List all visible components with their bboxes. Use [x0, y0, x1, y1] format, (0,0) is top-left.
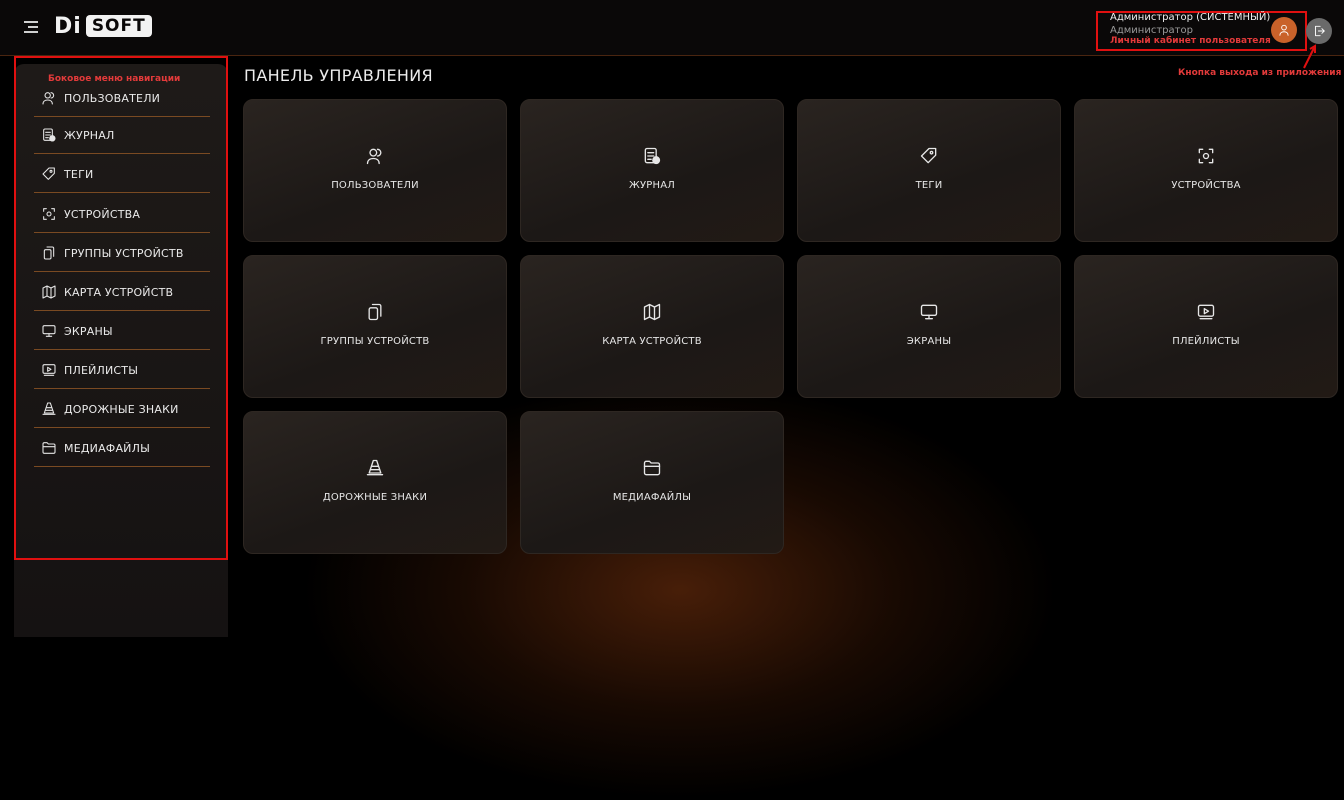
map-icon — [643, 303, 661, 321]
card-label: устройства — [1171, 180, 1241, 191]
playlist-icon — [42, 364, 56, 376]
tag-icon — [42, 167, 55, 180]
monitor-icon — [42, 325, 56, 337]
journal-icon — [43, 128, 56, 142]
user-avatar[interactable] — [1271, 17, 1297, 43]
card-journal[interactable]: журнал — [520, 99, 784, 242]
card-media[interactable]: медиафайлы — [520, 411, 784, 554]
logout-icon — [1315, 25, 1325, 37]
sidebar-item-playlists[interactable]: плейлисты — [34, 352, 210, 389]
logout-annotation: Кнопка выхода из приложения — [1178, 68, 1342, 78]
card-device-map[interactable]: карта устройств — [520, 255, 784, 398]
sidebar-item-tags[interactable]: теги — [34, 156, 210, 193]
card-label: группы устройств — [320, 336, 430, 347]
card-tags[interactable]: теги — [797, 99, 1061, 242]
traffic-cone-icon — [366, 459, 384, 476]
logo-di: Di — [54, 13, 82, 39]
user-role: Администратор — [1110, 25, 1193, 36]
user-name[interactable]: Администратор (СИСТЕМНЫЙ) — [1110, 12, 1270, 23]
card-label: журнал — [629, 180, 675, 191]
sidebar-item-device-groups[interactable]: группы устройств — [34, 235, 210, 272]
card-label: теги — [915, 180, 943, 191]
card-screens[interactable]: экраны — [797, 255, 1061, 398]
sidebar-item-journal[interactable]: журнал — [34, 117, 210, 154]
sidebar-item-label: журнал — [64, 128, 115, 142]
sidebar-item-users[interactable]: пользователи — [34, 80, 210, 117]
logout-annotation-arrow — [1303, 44, 1316, 69]
card-label: пользователи — [331, 180, 419, 191]
app-logo[interactable]: Di SOFT — [54, 13, 152, 39]
journal-icon — [644, 147, 661, 165]
sidebar-item-label: теги — [64, 167, 94, 181]
sidebar-item-label: карта устройств — [64, 285, 174, 299]
sidebar-item-label: медиафайлы — [64, 441, 150, 455]
map-icon — [42, 285, 56, 299]
hamburger-menu-icon[interactable] — [24, 21, 38, 33]
card-devices[interactable]: устройства — [1074, 99, 1338, 242]
card-label: плейлисты — [1172, 336, 1240, 347]
sidebar-item-label: устройства — [64, 207, 141, 221]
card-road-signs[interactable]: дорожные знаки — [243, 411, 507, 554]
users-icon — [366, 148, 382, 165]
sidebar-item-screens[interactable]: экраны — [34, 313, 210, 350]
sidebar-item-label: пользователи — [64, 91, 161, 105]
sidebar-item-label: плейлисты — [64, 363, 139, 377]
card-device-groups[interactable]: группы устройств — [243, 255, 507, 398]
sidebar-item-label: группы устройств — [64, 246, 184, 260]
device-group-icon — [368, 303, 382, 321]
user-cabinet-annotation: Личный кабинет пользователя — [1110, 36, 1271, 46]
folder-icon — [42, 442, 56, 454]
page-title: ПАНЕЛЬ УПРАВЛЕНИЯ — [244, 66, 433, 85]
sidebar-item-devices[interactable]: устройства — [34, 196, 210, 233]
card-label: карта устройств — [602, 336, 702, 347]
device-scan-icon — [43, 208, 55, 220]
card-users[interactable]: пользователи — [243, 99, 507, 242]
sidebar-item-media[interactable]: медиафайлы — [34, 430, 210, 467]
device-group-icon — [43, 246, 55, 260]
monitor-icon — [920, 304, 938, 320]
card-playlists[interactable]: плейлисты — [1074, 255, 1338, 398]
playlist-icon — [1197, 304, 1215, 320]
user-icon — [1279, 24, 1289, 36]
card-label: медиафайлы — [612, 492, 692, 503]
sidebar-item-label: экраны — [64, 324, 113, 338]
users-icon — [42, 92, 55, 105]
sidebar-item-label: дорожные знаки — [64, 402, 179, 416]
device-scan-icon — [1198, 148, 1214, 164]
card-label: экраны — [906, 336, 952, 347]
sidebar-item-device-map[interactable]: карта устройств — [34, 274, 210, 311]
logo-soft: SOFT — [85, 15, 152, 37]
logout-button[interactable] — [1306, 18, 1332, 44]
card-label: дорожные знаки — [322, 492, 428, 503]
traffic-cone-icon — [42, 402, 56, 415]
folder-icon — [643, 460, 661, 476]
tag-icon — [920, 147, 937, 164]
sidebar-item-road-signs[interactable]: дорожные знаки — [34, 391, 210, 428]
